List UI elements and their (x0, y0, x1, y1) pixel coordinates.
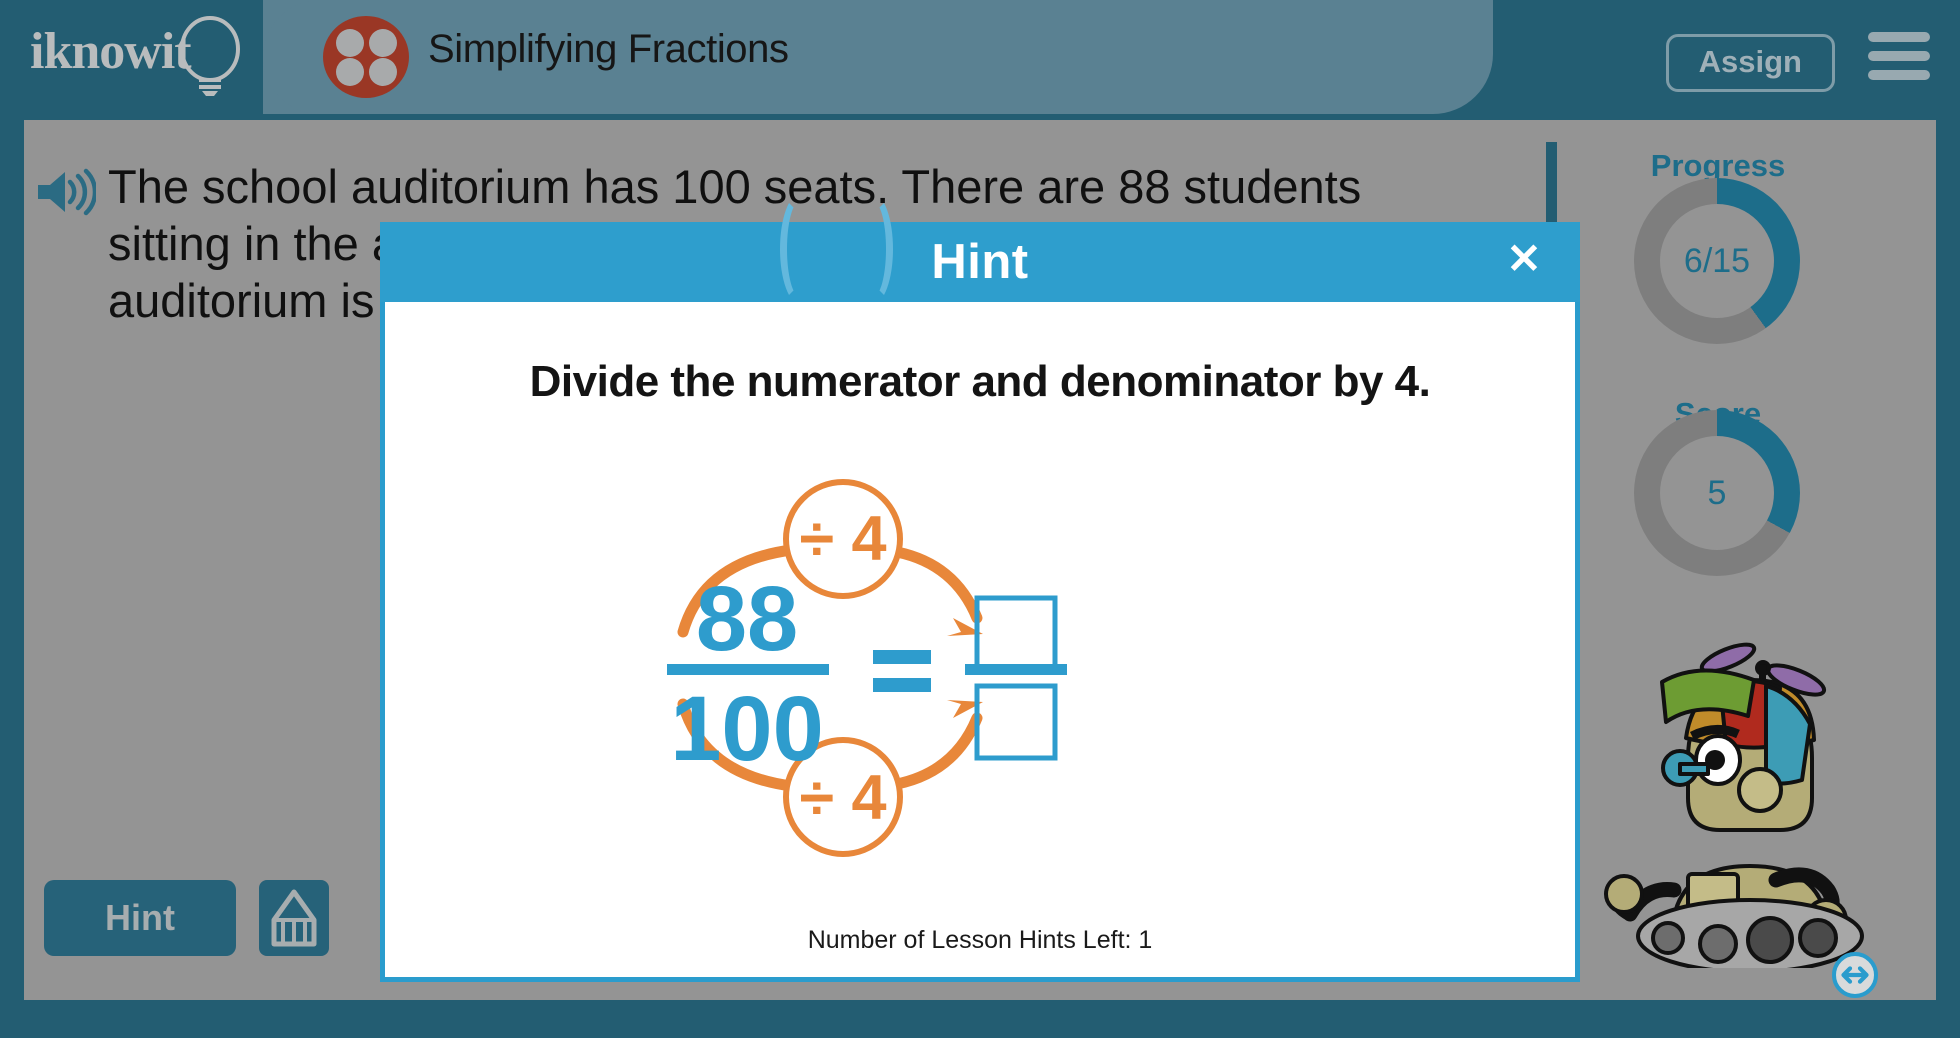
fraction-numerator: 88 (696, 568, 798, 670)
speaker-audio-icon[interactable] (36, 168, 96, 216)
logo-text: iknowit (30, 23, 192, 80)
lightbulb-icon (180, 16, 240, 96)
hint-modal-header: Hint ✕ (380, 194, 1580, 304)
hint-modal-title: Hint (931, 235, 1029, 289)
resize-horizontal-icon[interactable] (1832, 952, 1878, 998)
fraction-diagram: ÷ 4 ÷ 4 88 100 (667, 479, 1067, 857)
hamburger-menu-icon[interactable] (1868, 32, 1930, 80)
lesson-title: Simplifying Fractions (428, 27, 789, 71)
four-dots-circle-icon (323, 16, 409, 98)
hint-modal: Hint ✕ Divide the numerator and denomina… (380, 194, 1580, 982)
progress-value: 6/15 (1660, 204, 1774, 318)
top-operation-label: ÷ 4 (799, 504, 886, 574)
pencil-scratchpad-icon[interactable] (259, 880, 329, 956)
site-logo[interactable]: iknowit (24, 6, 244, 106)
answer-numerator-box[interactable] (974, 595, 1058, 673)
app-header: iknowit Simplifying Fractions Assign (0, 0, 1960, 114)
fraction-denominator: 100 (670, 678, 824, 780)
answer-denominator-box[interactable] (974, 683, 1058, 761)
progress-ring: 6/15 (1634, 178, 1800, 344)
close-x-icon[interactable]: ✕ (1502, 235, 1546, 282)
score-value: 5 (1660, 436, 1774, 550)
hints-remaining-text: Number of Lesson Hints Left: 1 (807, 926, 1153, 954)
robot-mascot-icon (1604, 642, 1864, 968)
app-root: iknowit Simplifying Fractions Assign The… (0, 0, 1960, 1038)
score-ring: 5 (1634, 410, 1800, 576)
hint-button[interactable]: Hint (44, 880, 236, 956)
assign-button[interactable]: Assign (1665, 34, 1835, 92)
hint-instruction: Divide the numerator and denominator by … (529, 357, 1431, 406)
